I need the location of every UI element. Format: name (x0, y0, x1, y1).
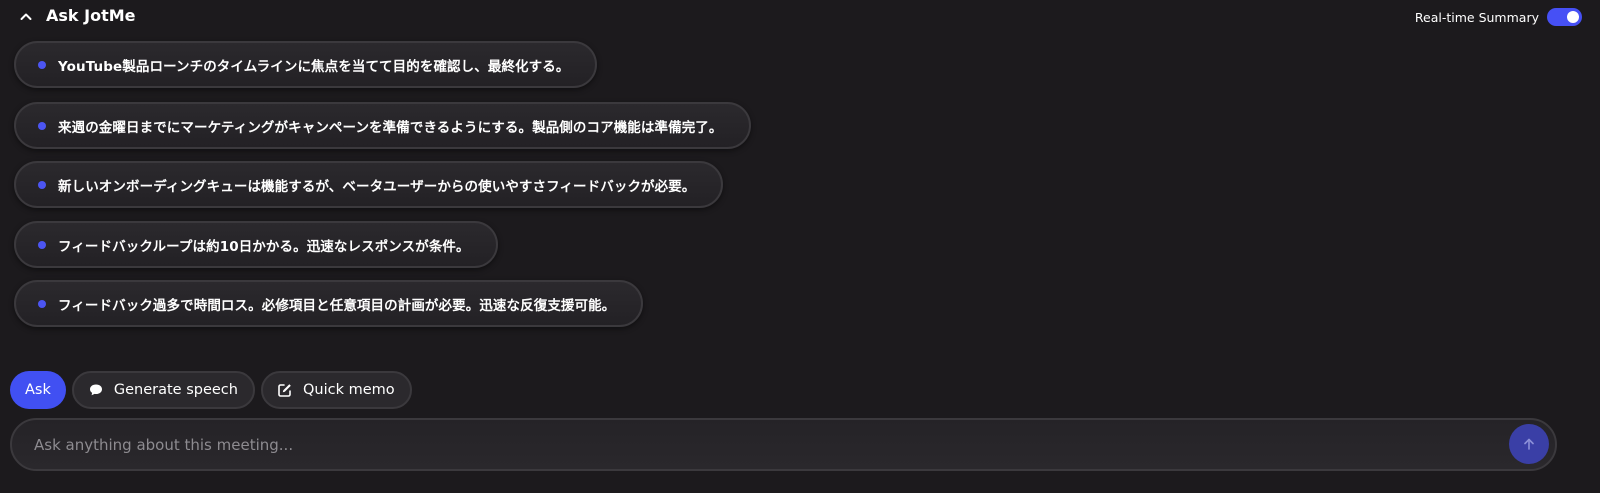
summary-item[interactable]: フィードバック過多で時間ロス。必修項目と任意項目の計画が必要。迅速な反復支援可能… (14, 280, 644, 327)
arrow-up-icon (1524, 438, 1534, 450)
panel-header: Ask JotMe Real-time Summary (0, 0, 1600, 34)
summary-item[interactable]: YouTube製品ローンチのタイムラインに焦点を当てて目的を確認し、最終化する。 (14, 41, 598, 88)
summary-item[interactable]: フィードバックループは約10日かかる。迅速なレスポンスが条件。 (14, 221, 498, 268)
quick-memo-label: Quick memo (302, 382, 395, 398)
edit-note-icon (277, 382, 293, 398)
realtime-summary-toggle[interactable] (1547, 8, 1582, 26)
summary-item[interactable]: 来週の金曜日までにマーケティングがキャンペーンを準備できるようにする。製品側のコ… (14, 102, 751, 149)
summary-item-text: フィードバック過多で時間ロス。必修項目と任意項目の計画が必要。迅速な反復支援可能… (58, 297, 616, 314)
bullet-icon (38, 60, 46, 69)
ask-jotme-panel: Ask JotMe Real-time Summary YouTube製品ローン… (0, 0, 1600, 493)
ask-input[interactable] (32, 420, 1492, 469)
toggle-knob (1567, 11, 1579, 23)
bullet-icon (38, 180, 46, 189)
ask-button[interactable]: Ask (10, 371, 66, 409)
summary-item-text: フィードバックループは約10日かかる。迅速なレスポンスが条件。 (58, 238, 470, 255)
bullet-icon (38, 121, 46, 130)
quick-memo-button[interactable]: Quick memo (260, 371, 412, 409)
realtime-summary-label: Real-time Summary (1414, 9, 1539, 25)
ask-input-container (10, 418, 1557, 471)
speech-bubble-icon (88, 382, 104, 398)
summary-item-text: 新しいオンボーディングキューは機能するが、ベータユーザーからの使いやすさフィード… (58, 178, 696, 195)
send-button[interactable] (1509, 424, 1549, 464)
action-buttons: Ask Generate speech Quick memo (10, 371, 418, 409)
generate-speech-label: Generate speech (113, 382, 238, 398)
bullet-icon (38, 299, 46, 308)
ask-button-label: Ask (25, 382, 51, 398)
summary-item-text: 来週の金曜日までにマーケティングがキャンペーンを準備できるようにする。製品側のコ… (58, 119, 723, 136)
summary-item[interactable]: 新しいオンボーディングキューは機能するが、ベータユーザーからの使いやすさフィード… (14, 161, 724, 208)
realtime-summary-control: Real-time Summary (1415, 6, 1582, 28)
chevron-up-icon[interactable] (17, 8, 35, 26)
summary-item-text: YouTube製品ローンチのタイムラインに焦点を当てて目的を確認し、最終化する。 (58, 58, 570, 75)
bullet-icon (38, 240, 46, 249)
generate-speech-button[interactable]: Generate speech (71, 371, 255, 409)
panel-title: Ask JotMe (46, 6, 136, 25)
